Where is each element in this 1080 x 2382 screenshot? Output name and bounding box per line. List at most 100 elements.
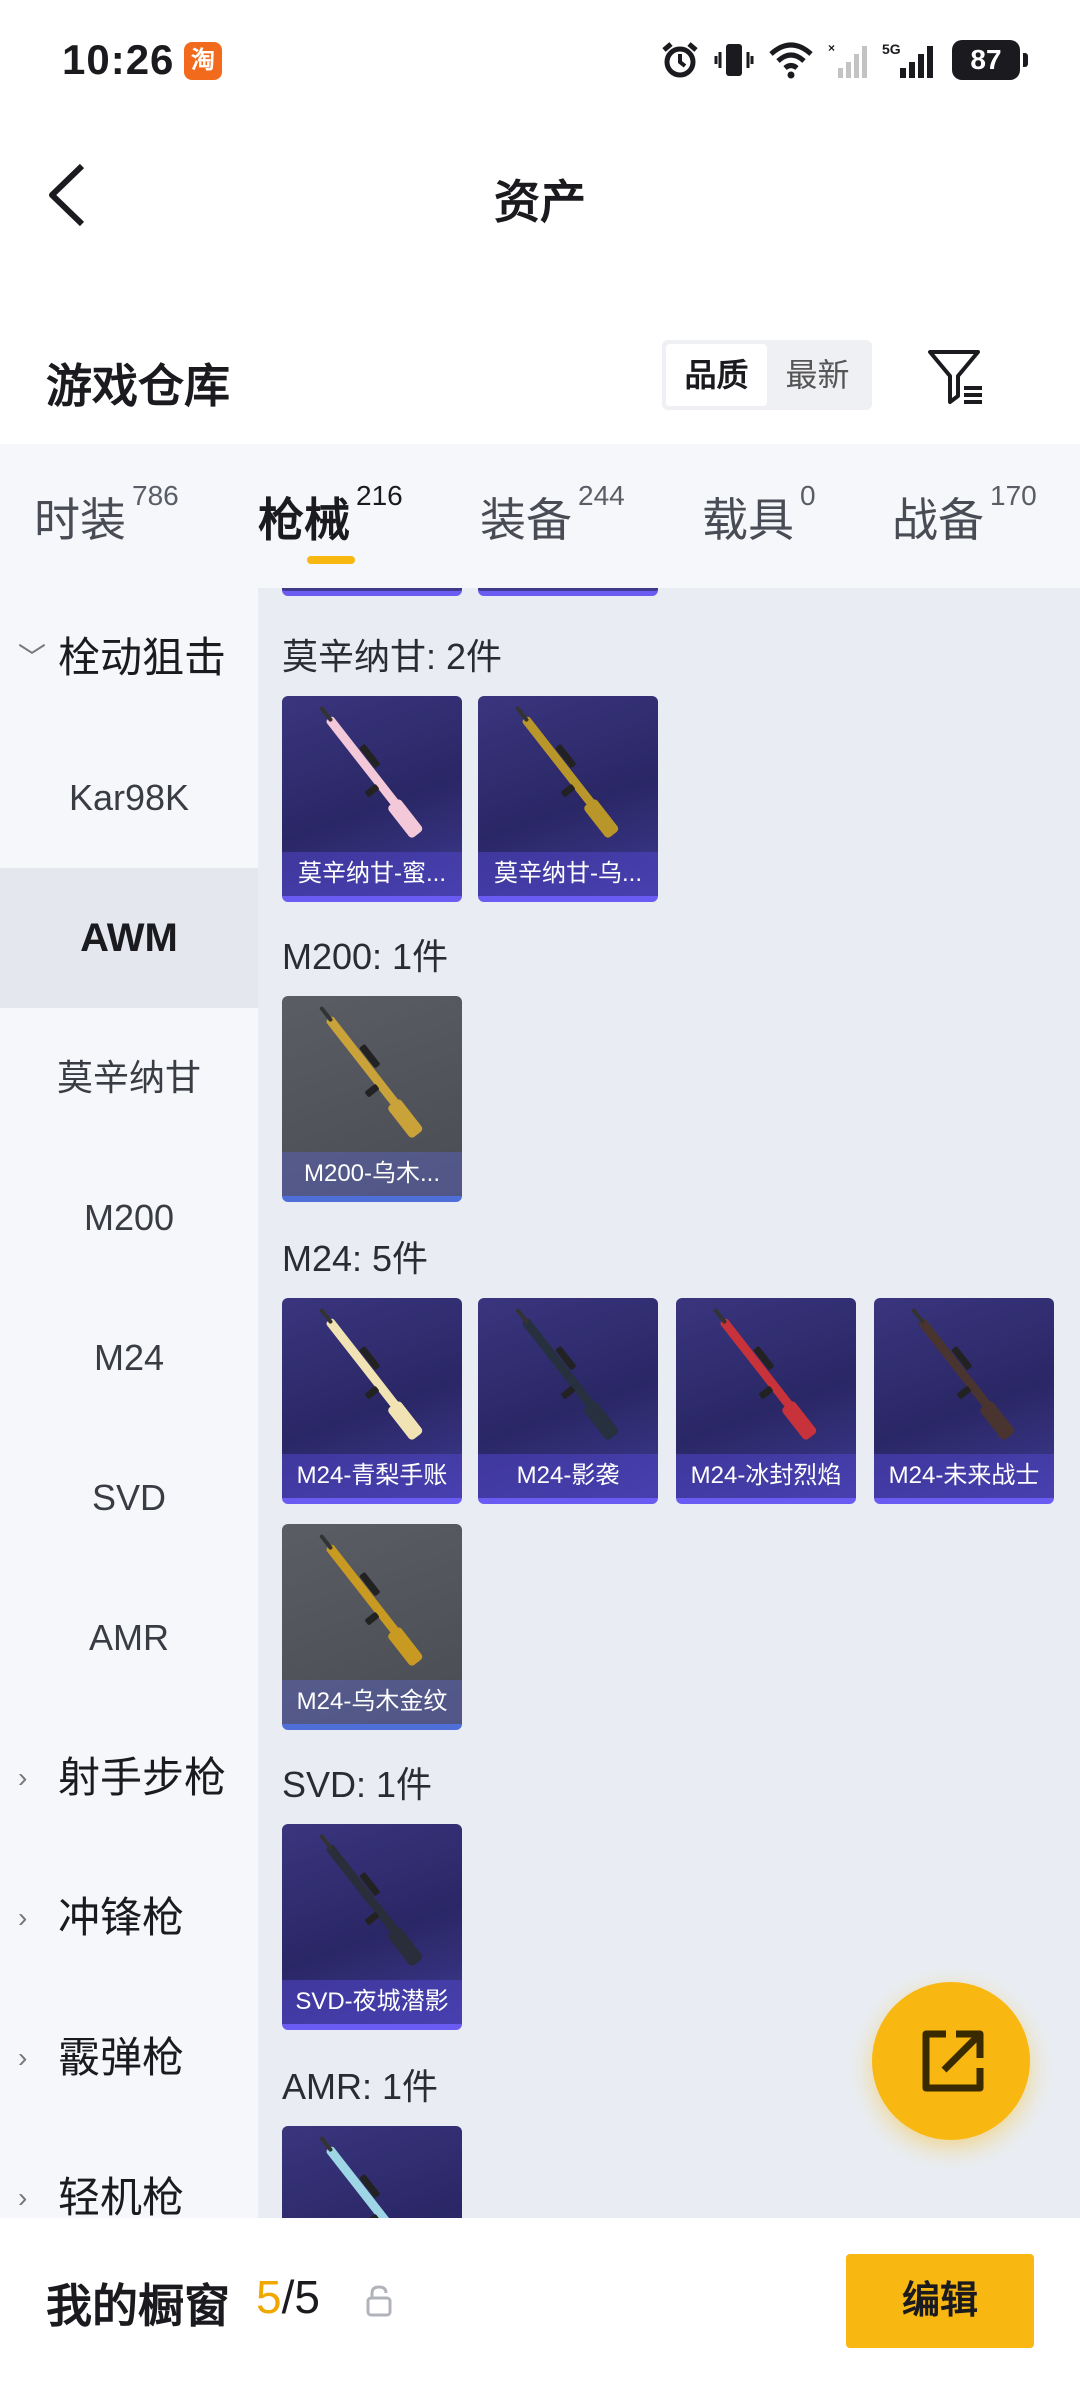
side-item-label: 轻机枪 (58, 2174, 185, 2218)
side-item-label: 冲锋枪 (58, 1894, 185, 1941)
item-card-label: M24-影袭 (478, 1454, 658, 1498)
share-external-icon (922, 2030, 984, 2092)
section-title-amr: AMR: 1件 (282, 2066, 439, 2107)
side-item-m24[interactable]: M24 (0, 1288, 258, 1428)
section-title-mosin: 莫辛纳甘: 2件 (282, 636, 503, 677)
weapon-grid: 莫辛纳甘: 2件 莫辛纳甘-蜜... 莫辛纳甘-乌... M200: 1件 M2… (258, 588, 1080, 2218)
battery-indicator: 87 (952, 40, 1028, 80)
item-card[interactable]: M24-青梨手账 (282, 1298, 462, 1504)
item-card[interactable]: M24-未来战士 (874, 1298, 1054, 1504)
tab-guns[interactable]: 枪械 216 (258, 480, 403, 550)
tab-label: 枪械 (258, 494, 350, 546)
item-card-label: SVD-夜城潜影 (282, 1980, 462, 2024)
status-icons: × 5G 87 (660, 38, 1028, 82)
status-bar: 10:26 淘 × 5G 87 (0, 0, 1080, 120)
share-fab-button[interactable] (872, 1982, 1030, 2140)
weapon-skin-image (911, 1308, 1015, 1440)
side-item-svd[interactable]: SVD (0, 1428, 258, 1568)
wifi-icon (769, 42, 813, 79)
signal-sim1-icon: × (828, 41, 867, 78)
status-time: 10:26 (62, 36, 175, 83)
chevron-down-icon: ﹀ (18, 642, 47, 673)
warehouse-title: 游戏仓库 (46, 360, 230, 412)
chevron-right-icon: › (18, 1902, 28, 1933)
side-group-marksman[interactable]: › 射手步枪 (0, 1708, 258, 1848)
weapon-skin-image (319, 1308, 423, 1440)
sort-newest-option[interactable]: 最新 (767, 344, 868, 406)
filter-icon (928, 350, 982, 404)
tab-count: 0 (800, 480, 816, 511)
item-card-label: 莫辛纳甘-蜜... (282, 852, 462, 896)
filter-button[interactable] (924, 344, 988, 408)
section-title-m24: M24: 5件 (282, 1238, 429, 1279)
sort-toggle: 品质 最新 (662, 340, 872, 410)
alarm-icon (662, 42, 698, 78)
side-item-kar98k[interactable]: Kar98K (0, 728, 258, 868)
tab-label: 载具 (702, 494, 794, 546)
side-item-amr[interactable]: AMR (0, 1568, 258, 1708)
weapon-skin-image (515, 1308, 619, 1440)
section-title-m200: M200: 1件 (282, 936, 449, 977)
nav-bar: 资产 (0, 130, 1080, 260)
section-title-svd: SVD: 1件 (282, 1764, 433, 1805)
side-item-m200[interactable]: M200 (0, 1148, 258, 1288)
item-card[interactable]: M200-乌木... (282, 996, 462, 1202)
item-card[interactable]: SVD-夜城潜影 (282, 1824, 462, 2030)
item-card[interactable]: M24-乌木金纹 (282, 1524, 462, 1730)
item-card-label: M200-乌木... (282, 1152, 462, 1196)
weapon-skin-image (319, 1006, 423, 1138)
weapon-skin-image (319, 2136, 406, 2218)
showcase-count-current: 5 (256, 2271, 282, 2323)
side-item-awm[interactable]: AWM (0, 868, 258, 1008)
item-card[interactable]: M24-冰封烈焰 (676, 1298, 856, 1504)
tab-label: 战备 (892, 494, 984, 546)
vibrate-icon (714, 44, 754, 76)
item-card[interactable]: 莫辛纳甘-蜜... (282, 696, 462, 902)
tab-vehicles[interactable]: 载具 0 (702, 480, 816, 550)
side-item-label: 射手步枪 (58, 1754, 227, 1801)
tab-label: 装备 (480, 494, 572, 546)
tab-combat-gear[interactable]: 战备 170 (892, 480, 1037, 550)
showcase-bar: 我的橱窗 5/5 编辑 (0, 2218, 1080, 2382)
tab-count: 170 (990, 480, 1037, 511)
item-card-label: 莫辛纳甘-乌... (478, 852, 658, 896)
sort-quality-option[interactable]: 品质 (666, 344, 767, 406)
item-card-label: M24-未来战士 (874, 1454, 1054, 1498)
weapon-skin-image (319, 1834, 423, 1966)
item-card[interactable] (282, 2126, 462, 2218)
item-card[interactable]: 莫辛纳甘-乌... (478, 696, 658, 902)
scrolled-item-card[interactable] (282, 588, 462, 596)
showcase-label: 我的橱窗 (46, 2280, 230, 2332)
tab-count: 786 (132, 480, 179, 511)
side-group-smg[interactable]: › 冲锋枪 (0, 1848, 258, 1988)
signal-5g-icon: 5G (882, 41, 933, 78)
tab-equipment[interactable]: 装备 244 (480, 480, 625, 550)
item-card-label: M24-乌木金纹 (282, 1680, 462, 1724)
side-item-label: 栓动狙击 (58, 634, 227, 681)
weapon-skin-image (319, 1534, 423, 1666)
showcase-count: 5/5 (256, 2270, 320, 2324)
page-title: 资产 (494, 176, 586, 228)
side-item-mosin[interactable]: 莫辛纳甘 (0, 1008, 258, 1148)
showcase-count-separator: / (281, 2271, 295, 2323)
active-tab-indicator (307, 556, 355, 564)
weapon-skin-image (515, 706, 619, 838)
side-group-bolt-action[interactable]: ﹀ 栓动狙击 (0, 588, 258, 728)
edit-button[interactable]: 编辑 (846, 2254, 1034, 2348)
svg-text:×: × (828, 41, 835, 55)
item-card-label: M24-青梨手账 (282, 1454, 462, 1498)
item-card[interactable]: M24-影袭 (478, 1298, 658, 1504)
chevron-right-icon: › (18, 2182, 28, 2213)
showcase-count-total: 5 (294, 2271, 320, 2323)
warehouse-header: 游戏仓库 品质 最新 (0, 330, 1080, 440)
category-tabs: 时装 786 枪械 216 装备 244 载具 0 战备 170 (0, 444, 1080, 588)
side-group-lmg[interactable]: › 轻机枪 (0, 2128, 258, 2218)
svg-text:5G: 5G (882, 41, 901, 57)
chevron-right-icon: › (18, 1762, 28, 1793)
side-item-label: 霰弹枪 (58, 2034, 185, 2081)
tab-label: 时装 (34, 494, 126, 546)
side-group-shotgun[interactable]: › 霰弹枪 (0, 1988, 258, 2128)
scrolled-item-card[interactable] (478, 588, 658, 596)
tab-fashion[interactable]: 时装 786 (34, 480, 179, 550)
taobao-app-icon: 淘 (184, 42, 222, 80)
